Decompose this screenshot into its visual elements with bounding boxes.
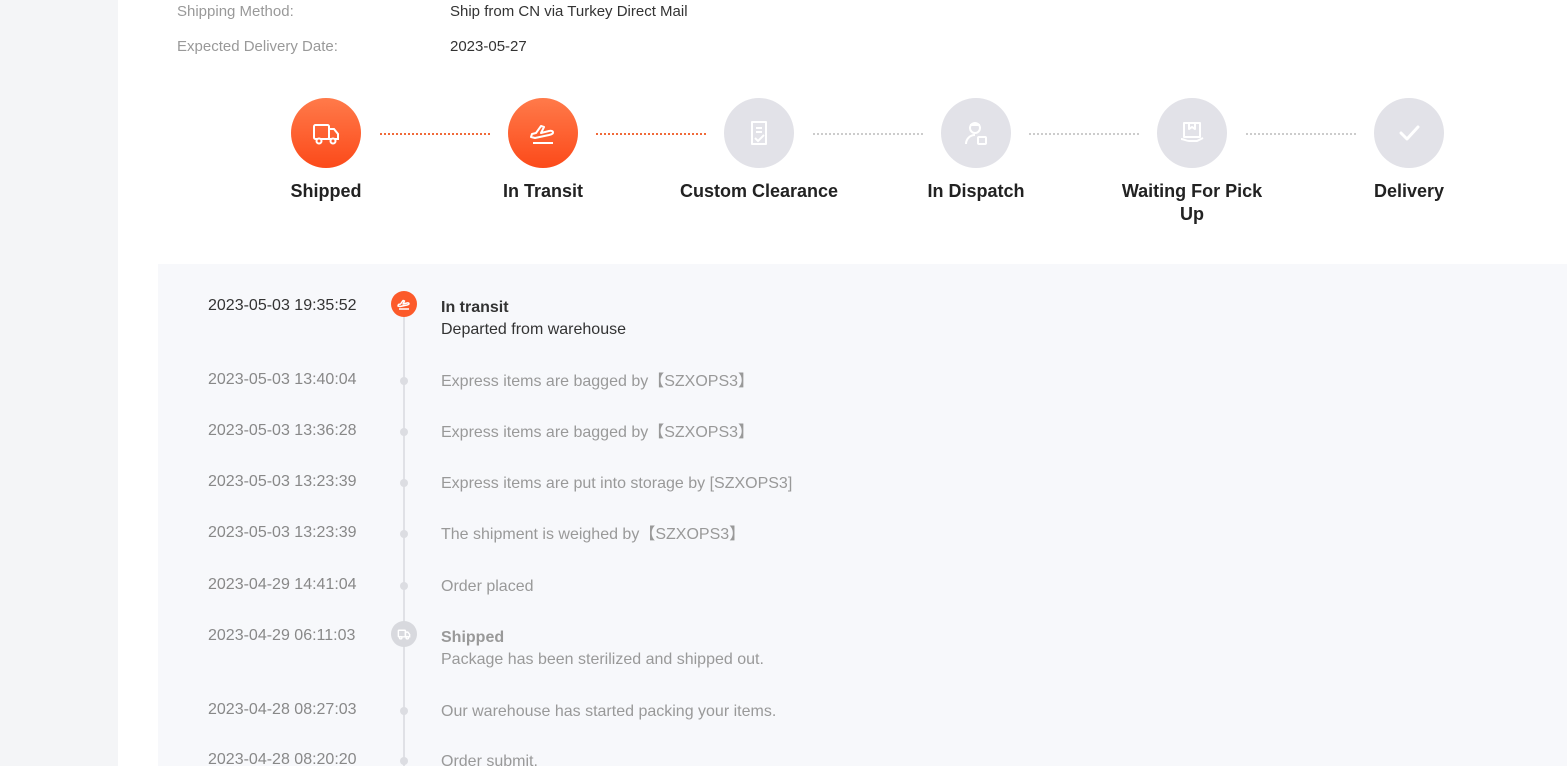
event-title: In transit bbox=[441, 299, 509, 316]
shipping-method-value: Ship from CN via Turkey Direct Mail bbox=[450, 3, 688, 20]
event-desc: Express items are put into storage by [S… bbox=[441, 475, 793, 492]
event-body: Express items are put into storage by [S… bbox=[441, 473, 792, 495]
timeline-dot bbox=[400, 707, 408, 715]
step-shipped: Shipped bbox=[246, 98, 406, 203]
event-body: Express items are bagged by【SZXOPS3】 bbox=[441, 422, 754, 444]
event-body: Shipped Package has been sterilized and … bbox=[441, 627, 764, 671]
clipboard-check-icon bbox=[724, 98, 794, 168]
event-title: Shipped bbox=[441, 629, 505, 646]
event-body: Order placed bbox=[441, 576, 534, 598]
event-desc: Our warehouse has started packing your i… bbox=[441, 703, 777, 720]
step-label: Delivery bbox=[1373, 181, 1445, 201]
event-body: Order submit. bbox=[441, 751, 538, 766]
event-time: 2023-05-03 13:23:39 bbox=[208, 524, 357, 541]
truck-icon bbox=[291, 98, 361, 168]
package-icon bbox=[1157, 98, 1227, 168]
timeline-dot bbox=[400, 757, 408, 765]
step-waiting-pickup: Waiting For Pick Up bbox=[1112, 98, 1272, 226]
airplane-icon bbox=[391, 291, 417, 317]
shipping-method-label: Shipping Method: bbox=[177, 3, 294, 20]
timeline-dot bbox=[400, 582, 408, 590]
event-desc: The shipment is weighed by【SZXOPS3】 bbox=[441, 526, 746, 543]
event-time: 2023-05-03 13:40:04 bbox=[208, 371, 357, 388]
airplane-icon bbox=[508, 98, 578, 168]
event-time: 2023-05-03 13:23:39 bbox=[208, 473, 357, 490]
tracking-timeline: 2023-05-03 19:35:52 In transit Departed … bbox=[158, 264, 1567, 766]
event-time: 2023-04-28 08:27:03 bbox=[208, 701, 357, 718]
shipment-tracking-card: Shipping Method: Ship from CN via Turkey… bbox=[118, 0, 1567, 766]
timeline-dot bbox=[400, 428, 408, 436]
step-custom-clearance: Custom Clearance bbox=[679, 98, 839, 203]
courier-icon bbox=[941, 98, 1011, 168]
step-label: In Transit bbox=[502, 181, 583, 201]
event-time: 2023-04-28 08:20:20 bbox=[208, 751, 357, 766]
timeline-dot bbox=[400, 377, 408, 385]
timeline-dot bbox=[400, 479, 408, 487]
event-time: 2023-05-03 19:35:52 bbox=[208, 297, 357, 314]
step-label: Waiting For Pick Up bbox=[1121, 181, 1263, 224]
event-time: 2023-04-29 06:11:03 bbox=[208, 627, 356, 644]
event-body: Express items are bagged by【SZXOPS3】 bbox=[441, 371, 754, 393]
checkmark-icon bbox=[1374, 98, 1444, 168]
expected-delivery-value: 2023-05-27 bbox=[450, 38, 527, 55]
timeline-dot bbox=[400, 530, 408, 538]
expected-delivery-row: Expected Delivery Date: 2023-05-27 bbox=[177, 38, 527, 55]
step-in-transit: In Transit bbox=[463, 98, 623, 203]
event-desc: Departed from warehouse bbox=[441, 321, 626, 338]
event-desc: Order submit. bbox=[441, 753, 538, 766]
truck-icon bbox=[391, 621, 417, 647]
step-label: Custom Clearance bbox=[679, 181, 839, 201]
event-desc: Express items are bagged by【SZXOPS3】 bbox=[441, 424, 755, 441]
expected-delivery-label: Expected Delivery Date: bbox=[177, 38, 338, 55]
event-desc: Package has been sterilized and shipped … bbox=[441, 651, 764, 668]
event-body: Our warehouse has started packing your i… bbox=[441, 701, 776, 723]
event-body: The shipment is weighed by【SZXOPS3】 bbox=[441, 524, 745, 546]
progress-steps: Shipped In Transit Custom Clearance In D… bbox=[118, 98, 1567, 248]
event-desc: Express items are bagged by【SZXOPS3】 bbox=[441, 373, 755, 390]
step-label: Shipped bbox=[290, 181, 362, 201]
step-delivery: Delivery bbox=[1329, 98, 1489, 203]
event-time: 2023-04-29 14:41:04 bbox=[208, 576, 357, 593]
event-desc: Order placed bbox=[441, 578, 534, 595]
event-body: In transit Departed from warehouse bbox=[441, 297, 626, 341]
shipping-method-row: Shipping Method: Ship from CN via Turkey… bbox=[177, 3, 688, 20]
event-time: 2023-05-03 13:36:28 bbox=[208, 422, 357, 439]
step-in-dispatch: In Dispatch bbox=[896, 98, 1056, 203]
step-label: In Dispatch bbox=[927, 181, 1025, 201]
